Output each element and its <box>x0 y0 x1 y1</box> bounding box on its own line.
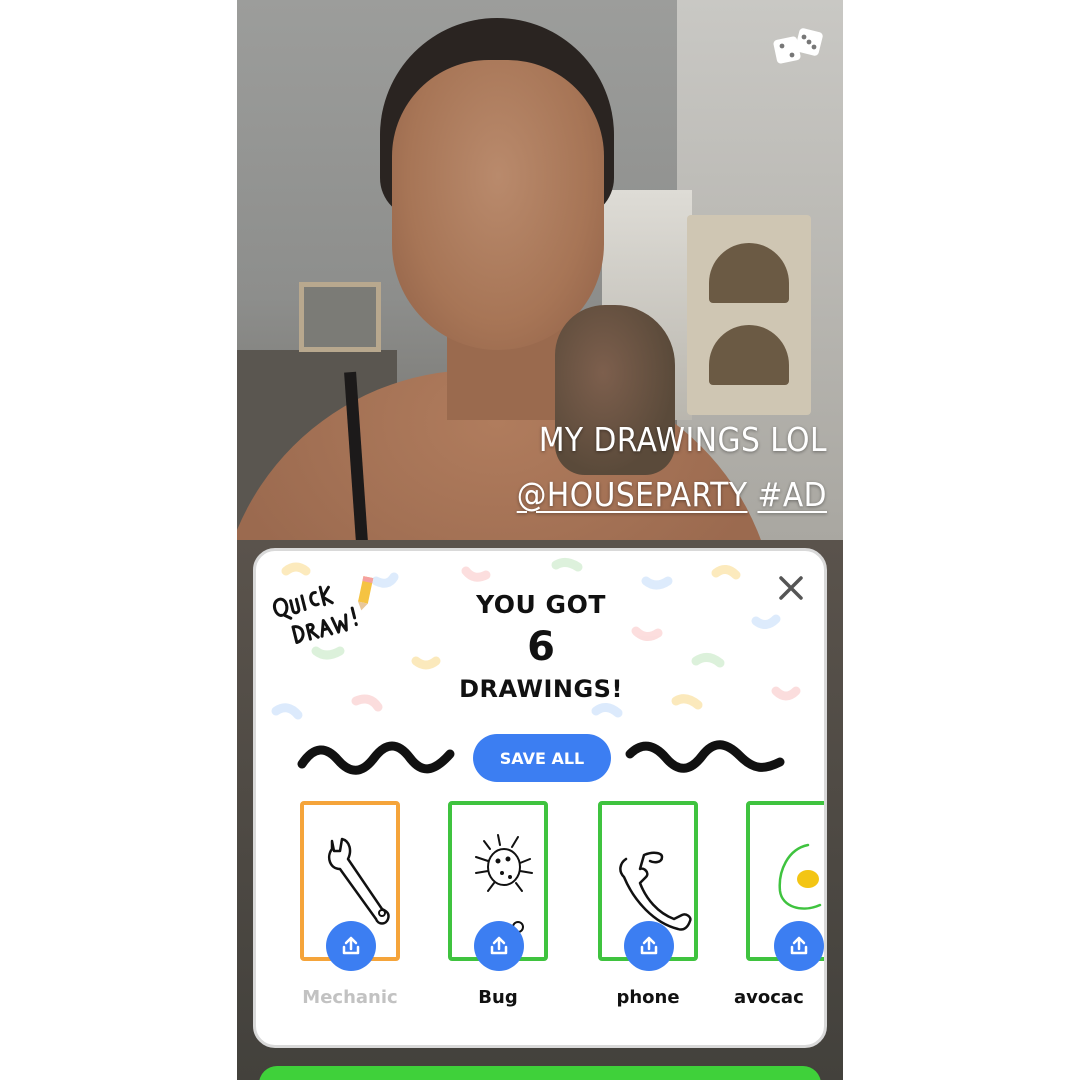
save-all-button[interactable]: SAVE ALL <box>473 734 611 782</box>
close-icon[interactable] <box>774 571 808 605</box>
share-button-avocado[interactable] <box>774 921 824 971</box>
phone-screen: MY DRAWINGS LOL @HOUSEPARTY #AD YOU GOT … <box>237 0 843 1080</box>
share-icon <box>490 936 508 955</box>
dice-icon[interactable] <box>773 28 825 68</box>
drawing-label-phone: phone <box>616 987 680 1008</box>
drawing-label-bug: Bug <box>478 987 518 1008</box>
share-button-phone[interactable] <box>624 921 674 971</box>
drawing-label-avocado: avocac <box>734 987 804 1008</box>
share-icon <box>640 936 658 955</box>
drawing-count: 6 <box>527 624 555 670</box>
squiggle-decoration <box>297 741 455 775</box>
hashtag-link[interactable]: #AD <box>757 475 827 514</box>
play-again-bar[interactable] <box>259 1066 821 1080</box>
squiggle-decoration <box>625 740 785 773</box>
result-line-3: DRAWINGS! <box>459 675 623 703</box>
share-icon <box>790 936 808 955</box>
drawing-label-mechanic: Mechanic <box>302 987 398 1008</box>
result-line-1: YOU GOT <box>476 590 606 619</box>
share-button-bug[interactable] <box>474 921 524 971</box>
result-heading: YOU GOT 6 DRAWINGS! <box>416 589 666 705</box>
mention-link[interactable]: @HOUSEPARTY <box>517 475 748 514</box>
participant-face <box>392 60 604 350</box>
share-button-mechanic[interactable] <box>326 921 376 971</box>
share-icon <box>342 936 360 955</box>
quick-draw-logo <box>272 576 374 645</box>
caption-line: MY DRAWINGS LOL <box>538 420 827 459</box>
caption-tags: @HOUSEPARTY #AD <box>517 475 827 514</box>
quick-draw-results-modal: YOU GOT 6 DRAWINGS! SAVE ALL Mechanic Bu… <box>253 548 827 1048</box>
video-feed: MY DRAWINGS LOL @HOUSEPARTY #AD <box>237 0 843 540</box>
